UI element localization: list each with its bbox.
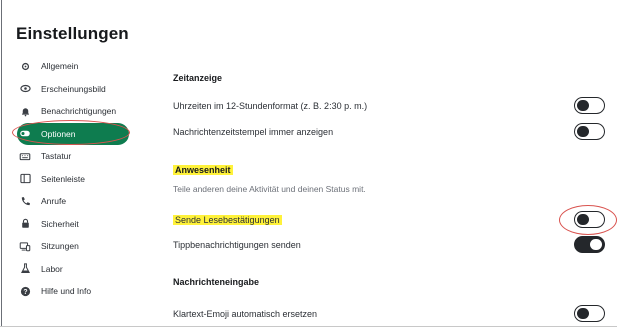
sidebar-item-label: Benachrichtigungen (41, 106, 117, 117)
toggle-read-receipts[interactable] (574, 211, 605, 228)
sidebar-icon (19, 173, 31, 185)
eye-icon (19, 83, 31, 95)
toggle-knob (590, 238, 602, 250)
sidebar-item-label: Optionen (41, 128, 76, 139)
setting-label-emoji-replace: Klartext-Emoji automatisch ersetzen (173, 309, 318, 319)
bell-icon (19, 105, 31, 117)
options-panel: Zeitanzeige Uhrzeiten im 12-Stundenforma… (173, 0, 617, 327)
lock-icon (19, 218, 31, 230)
toggle-12h-format[interactable] (574, 97, 605, 114)
toggle-knob (577, 99, 589, 111)
toggle-timestamps[interactable] (574, 123, 605, 140)
sidebar-item-label: Sicherheit (41, 218, 79, 229)
setting-label-12h-format: Uhrzeiten im 12-Stundenformat (z. B. 2:3… (173, 101, 368, 111)
setting-label-timestamps: Nachrichtenzeitstempel immer anzeigen (173, 127, 334, 137)
setting-label-read-receipts: Sende Lesebestätigungen (173, 215, 282, 225)
toggle-icon (19, 128, 31, 140)
sidebar-item-sitzungen[interactable]: Sitzungen (19, 235, 139, 258)
setting-label-typing-notifications: Tippbenachrichtigungen senden (173, 240, 301, 250)
toggle-knob (577, 213, 589, 225)
sidebar-item-label: Anrufe (41, 196, 67, 207)
sidebar-item-hilfe-und-info[interactable]: ? Hilfe und Info (19, 280, 139, 303)
sidebar-item-sicherheit[interactable]: Sicherheit (19, 213, 139, 236)
sidebar-item-erscheinungsbild[interactable]: Erscheinungsbild (19, 78, 139, 101)
sidebar-item-label: Hilfe und Info (41, 286, 92, 297)
sidebar-item-anrufe[interactable]: Anrufe (19, 190, 139, 213)
phone-icon (19, 195, 31, 207)
sidebar-item-optionen[interactable]: Optionen (12, 119, 130, 145)
flask-icon (19, 263, 31, 275)
section-title-zeitanzeige: Zeitanzeige (173, 73, 223, 83)
highlight-mark: Anwesenheit (173, 165, 233, 175)
section-title-nachrichteneingabe: Nachrichteneingabe (173, 277, 260, 287)
help-icon: ? (19, 285, 31, 297)
toggle-typing-notifications[interactable] (574, 236, 605, 253)
highlight-mark: Sende Lesebestätigungen (173, 215, 282, 225)
section-title-anwesenheit: Anwesenheit (173, 165, 233, 175)
sidebar-item-seitenleiste[interactable]: Seitenleiste (19, 168, 139, 191)
section-subtitle-anwesenheit: Teile anderen deine Aktivität und deinen… (173, 184, 366, 194)
sidebar-item-benachrichtigungen[interactable]: Benachrichtigungen (19, 100, 139, 123)
sidebar-item-label: Labor (41, 263, 63, 274)
toggle-knob (577, 125, 589, 137)
sidebar-item-label: Erscheinungsbild (41, 83, 106, 94)
gear-icon (19, 60, 31, 72)
settings-sidebar: Allgemein Erscheinungsbild Benachrichtig… (12, 55, 139, 303)
sidebar-item-allgemein[interactable]: Allgemein (19, 55, 139, 78)
sidebar-item-label: Allgemein (41, 61, 79, 72)
keyboard-icon (19, 150, 31, 162)
toggle-emoji-replace[interactable] (574, 305, 605, 322)
toggle-knob (577, 307, 589, 319)
page-title: Einstellungen (16, 24, 129, 43)
sidebar-item-label: Sitzungen (41, 241, 79, 252)
devices-icon (19, 240, 31, 252)
window-edge (1, 0, 2, 327)
sidebar-item-label: Tastatur (41, 151, 72, 162)
svg-text:?: ? (23, 289, 27, 296)
sidebar-item-labor[interactable]: Labor (19, 258, 139, 281)
sidebar-item-tastatur[interactable]: Tastatur (19, 145, 139, 168)
sidebar-item-label: Seitenleiste (41, 173, 85, 184)
